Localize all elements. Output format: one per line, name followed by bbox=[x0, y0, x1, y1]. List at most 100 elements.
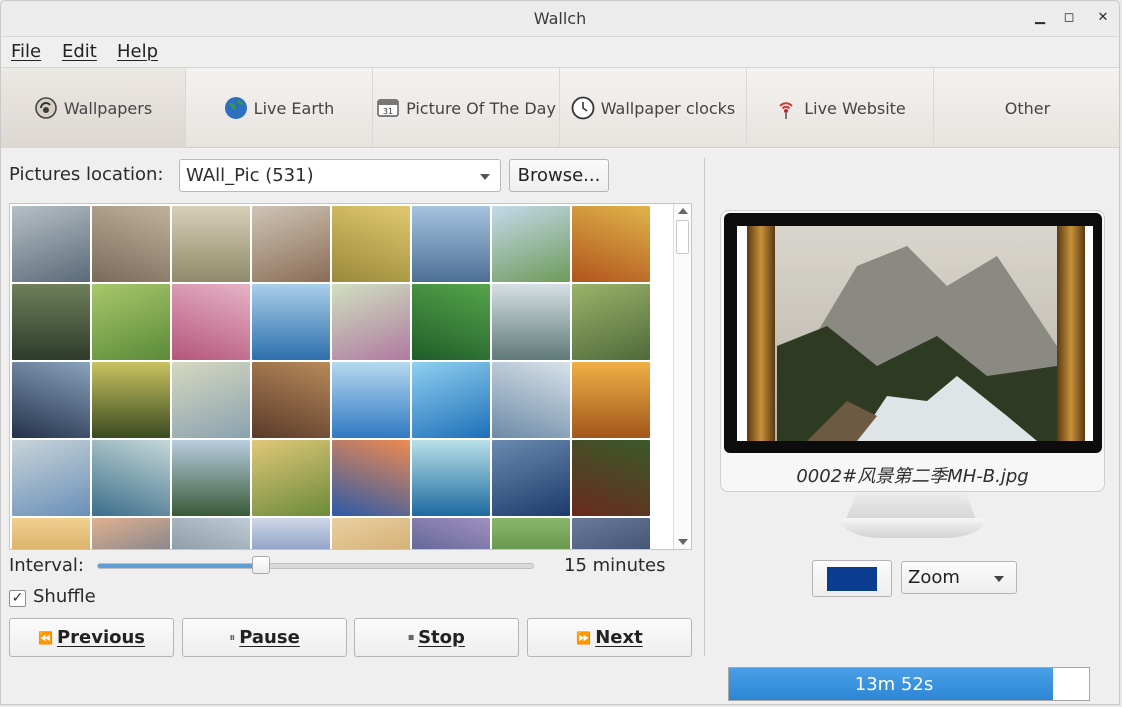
thumbnail[interactable] bbox=[332, 206, 410, 282]
minimize-icon[interactable]: ▁ bbox=[1031, 9, 1049, 27]
tab-wallpaper-clocks-label: Wallpaper clocks bbox=[600, 98, 736, 118]
interval-slider-handle[interactable] bbox=[251, 556, 270, 574]
scroll-up-icon[interactable] bbox=[678, 208, 688, 214]
thumbnail[interactable] bbox=[172, 440, 250, 516]
interval-label: Interval: bbox=[9, 555, 84, 576]
thumbnail[interactable] bbox=[412, 206, 490, 282]
wallpapers-page: Pictures location: WAll_Pic (531) Browse… bbox=[1, 148, 1119, 704]
interval-value: 15 minutes bbox=[564, 555, 666, 576]
thumbnail[interactable] bbox=[172, 518, 250, 549]
previous-icon: ⏪ bbox=[37, 630, 53, 645]
menu-edit[interactable]: Edit bbox=[62, 41, 97, 62]
countdown-text: 13m 52s bbox=[854, 674, 934, 695]
shuffle-checkbox[interactable]: ✓ bbox=[9, 590, 26, 607]
pictures-location-select[interactable]: WAll_Pic (531) bbox=[179, 159, 501, 192]
thumbnail[interactable] bbox=[412, 440, 490, 516]
thumbnail[interactable] bbox=[252, 518, 330, 549]
thumbnail[interactable] bbox=[572, 362, 650, 438]
menu-file[interactable]: File bbox=[11, 41, 41, 62]
interval-slider[interactable] bbox=[97, 563, 534, 569]
thumbnail[interactable] bbox=[252, 440, 330, 516]
next-button-label: Next bbox=[595, 627, 643, 648]
thumbnail[interactable] bbox=[12, 206, 90, 282]
thumbnail[interactable] bbox=[92, 206, 170, 282]
thumbnail[interactable] bbox=[332, 518, 410, 549]
thumbnail[interactable] bbox=[492, 440, 570, 516]
background-color-button[interactable] bbox=[812, 560, 892, 597]
thumbnail[interactable] bbox=[12, 362, 90, 438]
scaling-mode-value: Zoom bbox=[908, 567, 960, 588]
interval-slider-fill bbox=[98, 564, 262, 568]
thumbnail[interactable] bbox=[572, 518, 650, 549]
panel-separator bbox=[704, 158, 705, 656]
thumbnail[interactable] bbox=[12, 518, 90, 549]
next-button[interactable]: ⏩ Next bbox=[527, 618, 692, 657]
thumbnail[interactable] bbox=[492, 362, 570, 438]
previous-button[interactable]: ⏪ Previous bbox=[9, 618, 174, 657]
preview-image bbox=[737, 226, 1093, 441]
thumbnail[interactable] bbox=[332, 284, 410, 360]
thumbnail[interactable] bbox=[572, 440, 650, 516]
next-icon: ⏩ bbox=[576, 630, 592, 645]
scaling-mode-select[interactable]: Zoom bbox=[901, 561, 1017, 594]
thumbnail[interactable] bbox=[12, 284, 90, 360]
thumbnail-grid[interactable] bbox=[9, 203, 692, 550]
tab-picture-of-the-day-label: Picture Of The Day bbox=[406, 98, 556, 118]
window-title: Wallch bbox=[533, 9, 587, 28]
thumbnail[interactable] bbox=[172, 206, 250, 282]
thumbnail[interactable] bbox=[412, 362, 490, 438]
tab-live-website[interactable]: Live Website bbox=[747, 68, 934, 148]
tab-wallpapers-label: Wallpapers bbox=[63, 98, 153, 118]
tab-live-earth[interactable]: Live Earth bbox=[186, 68, 373, 148]
shuffle-label: Shuffle bbox=[33, 586, 96, 607]
thumbnail[interactable] bbox=[412, 518, 490, 549]
tab-picture-of-the-day[interactable]: 31 Picture Of The Day bbox=[373, 68, 560, 148]
preview-monitor: 0002#风景第二季MH-B.jpg bbox=[720, 210, 1105, 492]
tab-wallpaper-clocks[interactable]: Wallpaper clocks bbox=[560, 68, 747, 148]
close-icon[interactable]: ✕ bbox=[1094, 9, 1112, 27]
thumbnail[interactable] bbox=[92, 284, 170, 360]
scroll-down-icon[interactable] bbox=[678, 539, 688, 545]
thumbnail[interactable] bbox=[492, 284, 570, 360]
wallpapers-icon bbox=[34, 96, 58, 120]
thumbnail[interactable] bbox=[252, 206, 330, 282]
thumbnail[interactable] bbox=[92, 440, 170, 516]
broadcast-icon bbox=[774, 96, 798, 120]
thumbnail[interactable] bbox=[332, 440, 410, 516]
countdown-progress: 13m 52s bbox=[728, 667, 1090, 701]
pictures-location-label: Pictures location: bbox=[9, 164, 164, 185]
tab-other[interactable]: Other bbox=[934, 68, 1119, 148]
thumbnail[interactable] bbox=[412, 284, 490, 360]
previous-button-label: Previous bbox=[56, 627, 146, 648]
thumbnail-scrollbar[interactable] bbox=[673, 204, 691, 549]
maximize-icon[interactable]: ◻ bbox=[1060, 9, 1078, 27]
globe-icon bbox=[224, 96, 248, 120]
stop-button[interactable]: ⏹ Stop bbox=[354, 618, 519, 657]
preview-filename: 0002#风景第二季MH-B.jpg bbox=[796, 466, 1029, 487]
pause-button[interactable]: ⏸ Pause bbox=[182, 618, 347, 657]
scroll-handle[interactable] bbox=[676, 220, 689, 254]
thumbnail[interactable] bbox=[332, 362, 410, 438]
thumbnail[interactable] bbox=[492, 206, 570, 282]
thumbnail[interactable] bbox=[12, 440, 90, 516]
thumbnail[interactable] bbox=[492, 518, 570, 549]
thumbnail[interactable] bbox=[92, 518, 170, 549]
browse-button-label: Browse... bbox=[517, 165, 601, 186]
thumbnail[interactable] bbox=[92, 362, 170, 438]
chevron-down-icon bbox=[480, 174, 490, 180]
svg-text:31: 31 bbox=[383, 107, 393, 116]
pause-icon: ⏸ bbox=[229, 630, 236, 644]
thumbnail[interactable] bbox=[252, 362, 330, 438]
tab-wallpapers[interactable]: Wallpapers bbox=[1, 68, 186, 148]
tab-live-earth-label: Live Earth bbox=[253, 98, 335, 118]
thumbnail[interactable] bbox=[572, 284, 650, 360]
menu-help[interactable]: Help bbox=[117, 41, 158, 62]
thumbnail[interactable] bbox=[572, 206, 650, 282]
thumbnail[interactable] bbox=[172, 284, 250, 360]
thumbnail[interactable] bbox=[252, 284, 330, 360]
menu-bar: File Edit Help bbox=[1, 37, 1119, 67]
tab-live-website-label: Live Website bbox=[804, 98, 906, 118]
thumbnail[interactable] bbox=[172, 362, 250, 438]
pictures-location-value: WAll_Pic (531) bbox=[186, 165, 314, 186]
browse-button[interactable]: Browse... bbox=[509, 159, 609, 192]
